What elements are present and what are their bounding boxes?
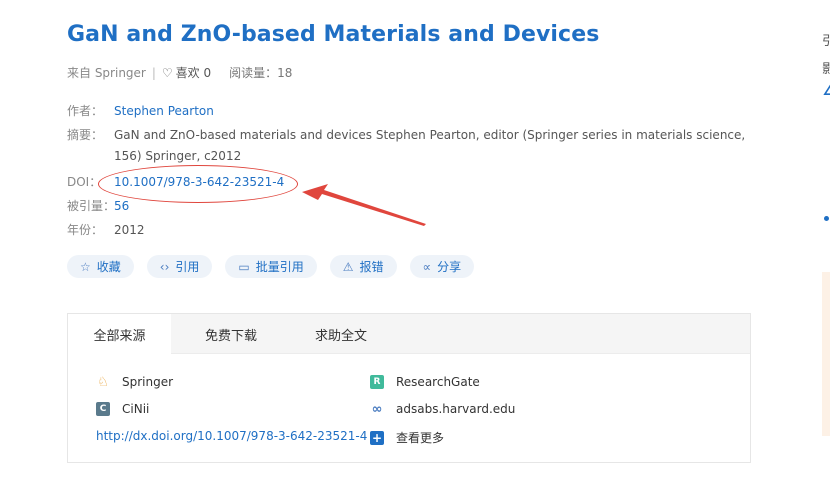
sources-panel: 全部来源 免费下载 求助全文 ♘ Springer R ResearchGate…: [67, 313, 751, 463]
annotation-arrow: [302, 184, 426, 226]
cite-button[interactable]: ‹› 引用: [146, 255, 213, 278]
action-bar: ☆ 收藏 ‹› 引用 ▭ 批量引用 ⚠ 报错 ∝ 分享: [67, 255, 475, 278]
heart-icon: ♡: [161, 65, 173, 80]
share-icon: ∝: [422, 259, 432, 274]
right-panel-link[interactable]: ∠: [822, 80, 830, 99]
cinii-label: CiNii: [122, 402, 150, 416]
researchgate-label: ResearchGate: [396, 375, 480, 389]
right-panel-card: [822, 272, 830, 436]
share-label: 分享: [437, 260, 462, 274]
adsabs-label: adsabs.harvard.edu: [396, 402, 516, 416]
plus-icon: +: [370, 430, 384, 445]
right-panel-text-1: 引: [822, 34, 830, 49]
right-panel-dot: [824, 216, 829, 221]
tab-all-sources[interactable]: 全部来源: [68, 314, 171, 355]
abstract-text: GaN and ZnO-based materials and devices …: [114, 128, 746, 163]
researchgate-icon: R: [370, 375, 384, 389]
report-button[interactable]: ⚠ 报错: [329, 255, 397, 278]
source-researchgate[interactable]: R ResearchGate: [370, 375, 480, 389]
source-cinii[interactable]: C CiNii: [96, 402, 149, 416]
star-icon: ☆: [80, 259, 91, 274]
warning-icon: ⚠: [342, 259, 354, 274]
favorite-label: 收藏: [96, 260, 121, 274]
link-icon: ∞: [371, 401, 383, 417]
citations-row: 被引量： 56: [67, 196, 129, 217]
source-adsabs[interactable]: ∞ adsabs.harvard.edu: [370, 401, 516, 417]
author-row: 作者： Stephen Pearton: [67, 101, 214, 122]
meta-separator: |: [151, 65, 156, 80]
abstract-row: 摘要： GaN and ZnO-based materials and devi…: [67, 125, 757, 167]
springer-icon: ♘: [97, 374, 109, 390]
share-button[interactable]: ∝ 分享: [409, 255, 475, 278]
tab-request-fulltext[interactable]: 求助全文: [291, 314, 391, 354]
report-label: 报错: [359, 260, 384, 274]
citations-link[interactable]: 56: [114, 196, 129, 217]
abstract-label: 摘要：: [67, 128, 104, 142]
source-springer[interactable]: ♘ Springer: [96, 374, 174, 390]
batch-cite-button[interactable]: ▭ 批量引用: [225, 255, 317, 278]
like-label: 喜欢 0: [175, 66, 212, 80]
view-more-label: 查看更多: [396, 431, 445, 445]
cinii-icon: C: [96, 402, 110, 416]
doi-url-label: http://dx.doi.org/10.1007/978-3-642-2352…: [96, 429, 368, 443]
page-title: GaN and ZnO-based Materials and Devices: [67, 22, 600, 47]
cite-label: 引用: [175, 260, 200, 274]
source-doi-link[interactable]: http://dx.doi.org/10.1007/978-3-642-2352…: [96, 429, 367, 443]
view-more-button[interactable]: + 查看更多: [370, 429, 444, 446]
citations-label: 被引量：: [67, 199, 116, 213]
meta-bar: 来自 Springer | ♡ 喜欢 0 阅读量：18: [67, 64, 292, 81]
favorite-button[interactable]: ☆ 收藏: [67, 255, 134, 278]
right-panel-text-2: 影: [822, 62, 830, 77]
tab-free-download[interactable]: 免费下载: [171, 314, 291, 354]
year-label: 年份：: [67, 223, 104, 237]
springer-label: Springer: [122, 375, 174, 389]
author-label: 作者：: [67, 104, 104, 118]
source-text: 来自 Springer: [67, 66, 146, 80]
author-link[interactable]: Stephen Pearton: [114, 101, 214, 122]
read-count: 阅读量：18: [229, 66, 293, 80]
batch-cite-label: 批量引用: [255, 260, 304, 274]
like-button[interactable]: ♡ 喜欢 0: [162, 64, 211, 81]
year-row: 年份： 2012: [67, 220, 145, 241]
folder-icon: ▭: [238, 259, 250, 274]
source-tabs: 全部来源 免费下载 求助全文: [68, 314, 750, 355]
code-icon: ‹›: [159, 259, 170, 274]
year-value: 2012: [114, 223, 145, 237]
